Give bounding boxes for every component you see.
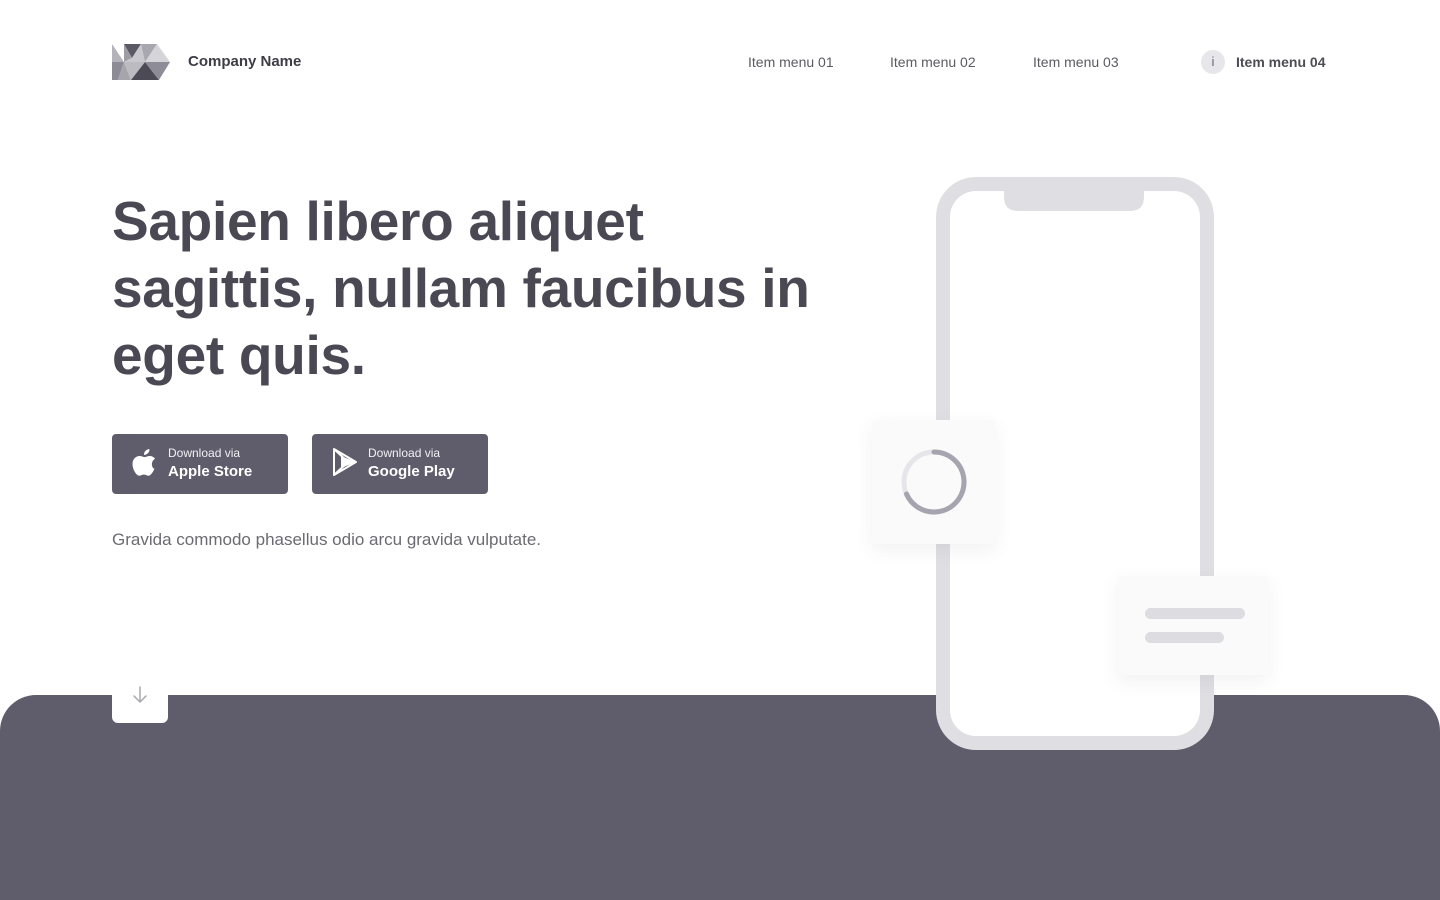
arrow-down-icon [133,686,147,703]
bottom-section [0,695,1440,900]
loading-spinner-icon [901,449,967,515]
google-button-label: Google Play [368,463,455,480]
nav-item-04[interactable]: Item menu 04 [1236,52,1325,72]
text-placeholder-card [1118,576,1268,675]
google-play-button[interactable]: Download via Google Play [312,434,488,494]
loading-card [872,420,995,544]
placeholder-line [1145,632,1224,643]
apple-store-button[interactable]: Download via Apple Store [112,434,288,494]
google-play-icon [333,448,357,476]
nav-item-02[interactable]: Item menu 02 [890,52,976,72]
company-logo[interactable] [112,44,170,80]
apple-button-label: Apple Store [168,463,253,480]
google-button-caption: Download via [368,446,441,460]
scroll-down-button[interactable] [112,668,168,723]
placeholder-line [1145,608,1245,619]
hero-subtitle: Gravida commodo phasellus odio arcu grav… [112,530,542,549]
apple-button-caption: Download via [168,446,241,460]
apple-icon [132,449,156,476]
info-icon: i [1201,50,1225,74]
company-name[interactable]: Company Name [188,52,301,72]
hero-title: Sapien libero aliquet sagittis, nullam f… [112,190,810,386]
nav-item-03[interactable]: Item menu 03 [1033,52,1119,72]
nav-item-01[interactable]: Item menu 01 [748,52,834,72]
